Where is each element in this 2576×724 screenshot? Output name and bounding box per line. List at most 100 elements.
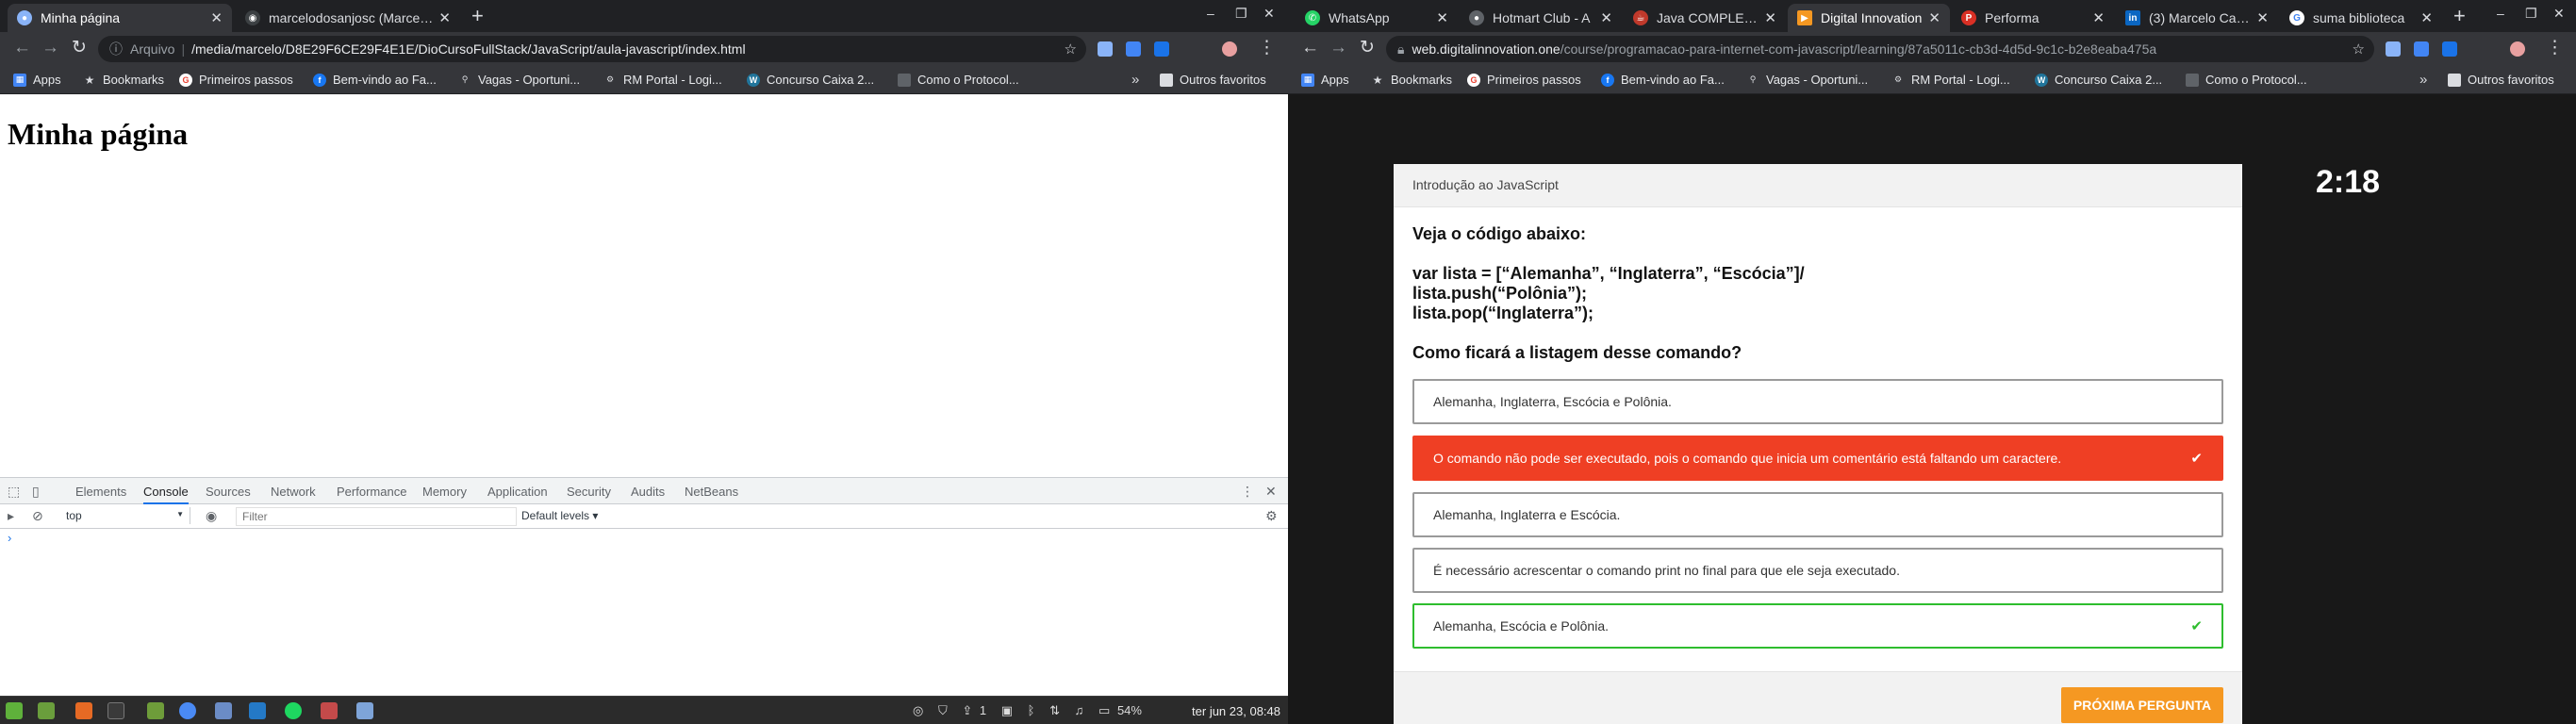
bookmark-star-icon[interactable]: ☆ xyxy=(2353,41,2365,58)
console-filter-input[interactable] xyxy=(236,507,517,526)
close-icon[interactable]: ✕ xyxy=(1928,9,1940,26)
devtools-tab-netbeans[interactable]: NetBeans xyxy=(685,485,738,499)
vscode-icon[interactable] xyxy=(249,702,266,719)
back-icon[interactable]: ← xyxy=(13,39,31,58)
devtools-menu-icon[interactable]: ⋮ xyxy=(1241,484,1254,500)
folder-icon[interactable] xyxy=(147,702,164,719)
bookmark-vagas[interactable]: ⚲ Vagas - Oportuni... xyxy=(1746,73,1868,87)
bookmark-apps[interactable]: ▦ Apps xyxy=(13,73,61,87)
virtualbox-icon[interactable] xyxy=(215,702,232,719)
bookmark-star-icon[interactable]: ☆ xyxy=(1065,41,1077,58)
spotify-icon[interactable] xyxy=(285,702,302,719)
bookmark-concurso[interactable]: W Concurso Caixa 2... xyxy=(2035,73,2162,87)
answer-option-4[interactable]: É necessário acrescentar o comando print… xyxy=(1412,548,2223,593)
screenshot-icon[interactable]: ▣ xyxy=(1001,703,1013,717)
chrome-icon[interactable] xyxy=(179,702,196,719)
devtools-tab-console[interactable]: Console xyxy=(143,485,189,504)
tab-google-search[interactable]: G suma biblioteca ✕ xyxy=(2280,4,2442,32)
minimize-icon[interactable]: – xyxy=(1207,6,1214,21)
address-bar[interactable]: ⓘ Arquivo | /media/marcelo/D8E29F6CE29F4… xyxy=(98,36,1086,62)
filter-extension-icon[interactable] xyxy=(1154,41,1169,57)
shield-icon[interactable]: ⛉ xyxy=(938,703,948,717)
devtools-tab-security[interactable]: Security xyxy=(567,485,611,499)
bookmark-other-favorites[interactable]: Outros favoritos xyxy=(2448,73,2554,87)
devtools-tab-application[interactable]: Application xyxy=(487,485,548,499)
reload-icon[interactable]: ↻ xyxy=(72,39,87,58)
close-icon[interactable]: ✕ xyxy=(1764,9,1776,26)
forward-icon[interactable]: → xyxy=(1329,39,1347,58)
answer-option-2[interactable]: O comando não pode ser executado, pois o… xyxy=(1412,436,2223,481)
media-player-icon[interactable] xyxy=(321,702,338,719)
network-icon[interactable]: ⇅ xyxy=(1049,703,1060,717)
minimize-icon[interactable]: – xyxy=(2497,6,2504,21)
close-icon[interactable]: ✕ xyxy=(2256,9,2269,26)
sidebar-toggle-icon[interactable]: ▸ xyxy=(8,508,14,524)
bookmark-protocolo[interactable]: Como o Protocol... xyxy=(2186,73,2307,87)
console-prompt[interactable]: › xyxy=(8,531,11,545)
close-icon[interactable]: ✕ xyxy=(1436,9,1448,26)
firefox-icon[interactable] xyxy=(75,702,92,719)
gear-icon[interactable]: ⚙ xyxy=(1265,508,1278,524)
bookmark-concurso[interactable]: W Concurso Caixa 2... xyxy=(747,73,874,87)
new-tab-button[interactable]: + xyxy=(471,6,484,26)
menu-kebab-icon[interactable]: ⋮ xyxy=(1258,39,1276,58)
close-icon[interactable]: ✕ xyxy=(210,9,223,26)
bookmark-other-favorites[interactable]: Outros favoritos xyxy=(1160,73,1266,87)
address-bar[interactable]: 🔒︎ web.digitalinnovation.one /course/pro… xyxy=(1386,36,2374,62)
close-icon[interactable]: ✕ xyxy=(2420,9,2433,26)
reload-icon[interactable]: ↻ xyxy=(1360,39,1375,58)
discord-icon[interactable]: ◎ xyxy=(913,703,923,717)
volume-icon[interactable]: ♫ xyxy=(1075,703,1084,717)
bookmark-facebook[interactable]: f Bem-vindo ao Fa... xyxy=(1601,73,1725,87)
bookmark-bookmarks[interactable]: ★ Bookmarks xyxy=(1371,73,1452,87)
clear-console-icon[interactable]: ⊘ xyxy=(32,508,43,524)
close-icon[interactable]: ✕ xyxy=(1600,9,1612,26)
tab-performa[interactable]: P Performa ✕ xyxy=(1952,4,2114,32)
next-question-button[interactable]: PRÓXIMA PERGUNTA xyxy=(2061,687,2223,723)
tab-java[interactable]: ☕ Java COMPLETO ✕ xyxy=(1624,4,1786,32)
tab-whatsapp[interactable]: ✆ WhatsApp ✕ xyxy=(1296,4,1458,32)
bookmark-vagas[interactable]: ⚲ Vagas - Oportuni... xyxy=(458,73,580,87)
maximize-icon[interactable]: ❐ xyxy=(1235,6,1247,22)
clock[interactable]: ter jun 23, 08:48 xyxy=(1192,704,1280,718)
tab-hotmart[interactable]: ● Hotmart Club - A ✕ xyxy=(1460,4,1622,32)
devtools-tab-memory[interactable]: Memory xyxy=(422,485,467,499)
avatar[interactable] xyxy=(1222,41,1237,57)
devtools-tab-network[interactable]: Network xyxy=(271,485,316,499)
devtools-tab-audits[interactable]: Audits xyxy=(631,485,665,499)
bookmark-protocolo[interactable]: Como o Protocol... xyxy=(898,73,1019,87)
eye-icon[interactable]: ◉ xyxy=(206,508,217,524)
forward-icon[interactable]: → xyxy=(41,39,59,58)
avatar[interactable] xyxy=(2510,41,2525,57)
extension-icon[interactable] xyxy=(1098,41,1113,57)
bookmarks-overflow-icon[interactable]: » xyxy=(2419,72,2427,88)
answer-option-5[interactable]: Alemanha, Escócia e Polônia. ✔ xyxy=(1412,603,2223,649)
package-icon[interactable] xyxy=(356,702,373,719)
bluetooth-icon[interactable]: ᛒ xyxy=(1028,703,1035,717)
log-levels-dropdown[interactable]: Default levels ▾ xyxy=(521,509,598,522)
close-icon[interactable]: ✕ xyxy=(438,9,451,26)
tab-github[interactable]: ◉ marcelodosanjosc (Marcelo) ✕ xyxy=(236,4,460,32)
devtools-tab-sources[interactable]: Sources xyxy=(206,485,251,499)
bookmark-rm-portal[interactable]: ⚙ RM Portal - Logi... xyxy=(603,73,722,87)
translate-icon[interactable] xyxy=(1126,41,1141,57)
context-selector[interactable]: top ▼ xyxy=(58,507,190,524)
bookmark-apps[interactable]: ▦ Apps xyxy=(1301,73,1349,87)
bookmark-bookmarks[interactable]: ★ Bookmarks xyxy=(83,73,164,87)
tab-linkedin[interactable]: in (3) Marcelo Caldo ✕ xyxy=(2116,4,2278,32)
bookmark-primeiros-passos[interactable]: G Primeiros passos xyxy=(179,73,293,87)
close-icon[interactable]: ✕ xyxy=(2092,9,2105,26)
bookmarks-overflow-icon[interactable]: » xyxy=(1131,72,1139,88)
translate-icon[interactable] xyxy=(2414,41,2429,57)
answer-option-3[interactable]: Alemanha, Inglaterra e Escócia. xyxy=(1412,492,2223,537)
tab-minha-pagina[interactable]: ● Minha página ✕ xyxy=(8,4,232,32)
filter-extension-icon[interactable] xyxy=(2442,41,2457,57)
inspect-element-icon[interactable]: ⬚ xyxy=(8,484,20,500)
tab-digital-innovation[interactable]: ▶ Digital Innovation ✕ xyxy=(1788,4,1950,32)
bookmark-rm-portal[interactable]: ⚙ RM Portal - Logi... xyxy=(1891,73,2010,87)
update-icon[interactable]: ⇪ xyxy=(962,703,972,717)
device-toolbar-icon[interactable]: ▯ xyxy=(32,484,40,500)
back-icon[interactable]: ← xyxy=(1301,39,1319,58)
maximize-icon[interactable]: ❐ xyxy=(2525,6,2537,22)
close-window-icon[interactable]: ✕ xyxy=(2553,6,2565,22)
